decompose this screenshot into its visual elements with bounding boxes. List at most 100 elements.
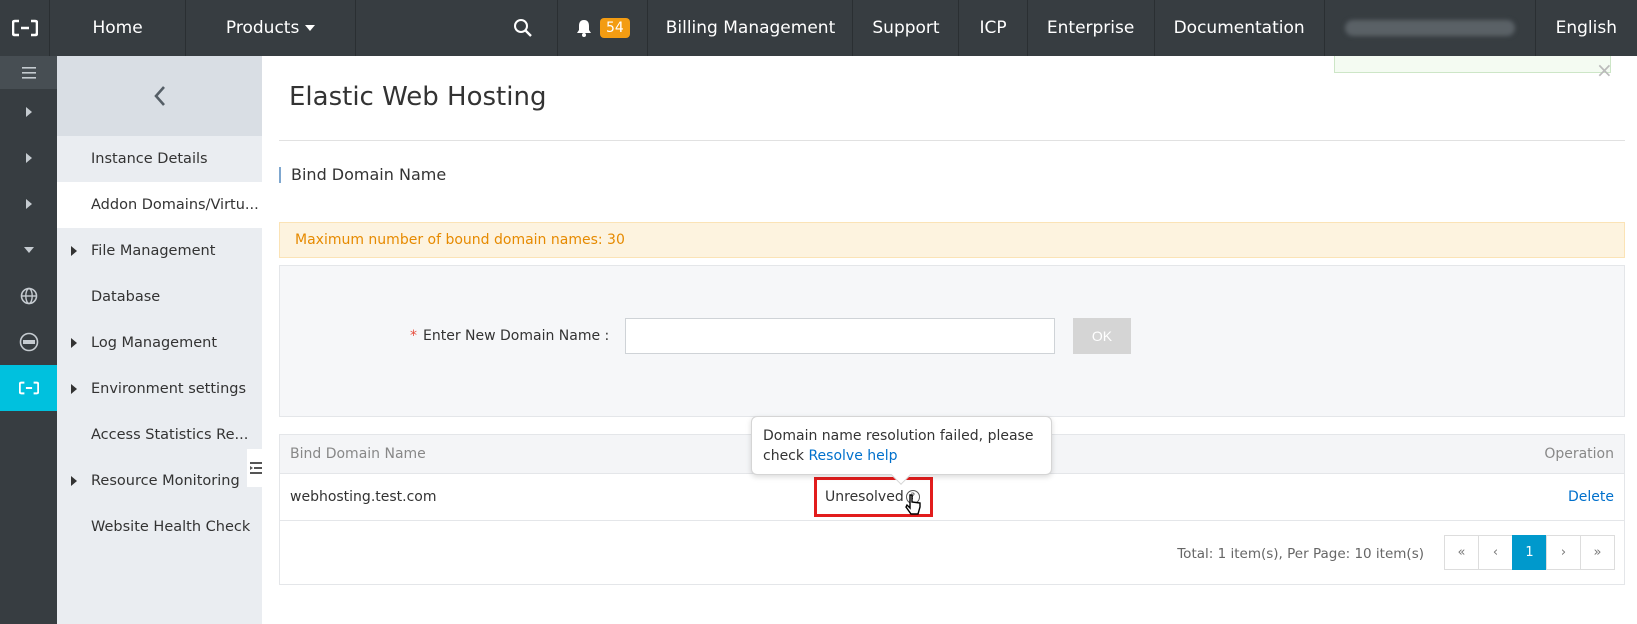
sidebar-item-label: Resource Monitoring — [91, 473, 240, 489]
caret-right-icon — [25, 199, 32, 209]
status-cell-highlighted: Unresolved ? — [814, 477, 933, 517]
add-domain-form: * Enter New Domain Name : OK — [279, 265, 1625, 417]
last-page-button[interactable]: » — [1580, 535, 1615, 570]
status-text: Unresolved — [825, 489, 904, 505]
caret-right-icon — [25, 153, 32, 163]
sidebar-item-label: Addon Domains/Virtu... — [91, 197, 259, 213]
current-page-button[interactable]: 1 — [1512, 535, 1547, 570]
sidebar-item-environment-settings[interactable]: Environment settings — [57, 366, 262, 412]
first-page-button[interactable]: « — [1444, 535, 1479, 570]
caret-right-icon — [71, 476, 77, 486]
sidebar-item-log-management[interactable]: Log Management — [57, 320, 262, 366]
pagination: « ‹ 1 › » — [1444, 535, 1615, 570]
sidebar-item-label: Instance Details — [91, 151, 208, 167]
sidebar-item-database[interactable]: Database — [57, 274, 262, 320]
caret-right-icon — [71, 384, 77, 394]
nav-billing[interactable]: Billing Management — [648, 0, 854, 56]
nav-documentation[interactable]: Documentation — [1155, 0, 1325, 56]
top-navbar: Home Products 54 Billing Management Supp… — [0, 0, 1637, 56]
secondary-sidebar: Instance Details Addon Domains/Virtu... … — [57, 56, 265, 624]
back-button[interactable] — [57, 56, 262, 136]
rail-web-hosting[interactable] — [0, 365, 57, 411]
chevron-left-icon — [153, 86, 165, 106]
nav-products[interactable]: Products — [186, 0, 357, 56]
language-label: English — [1555, 18, 1617, 38]
caret-right-icon — [25, 107, 32, 117]
table-row: webhosting.test.com Unresolved ? Delete — [280, 474, 1624, 521]
account-menu[interactable] — [1325, 0, 1536, 56]
console-logo-icon[interactable] — [0, 0, 51, 56]
domain-name-input[interactable] — [625, 318, 1055, 354]
prev-page-button[interactable]: ‹ — [1478, 535, 1513, 570]
caret-down-icon — [23, 247, 34, 253]
rail-dns[interactable] — [0, 319, 57, 365]
sidebar-item-label: Log Management — [91, 335, 218, 351]
nav-home-label: Home — [92, 18, 143, 38]
account-email-redacted — [1344, 20, 1515, 36]
search-icon — [514, 19, 533, 37]
limit-notice: Maximum number of bound domain names: 30 — [279, 222, 1625, 258]
main-content: × Elastic Web Hosting Bind Domain Name M… — [262, 56, 1637, 624]
dns-icon — [19, 332, 38, 352]
globe-icon — [20, 287, 37, 305]
caret-right-icon — [71, 246, 77, 256]
limit-notice-text: Maximum number of bound domain names: 30 — [295, 232, 625, 248]
mouse-pointer-icon — [905, 494, 921, 515]
sidebar-item-addon-domains[interactable]: Addon Domains/Virtu... — [57, 182, 262, 228]
required-asterisk: * — [410, 328, 417, 344]
sidebar-item-label: Database — [91, 289, 161, 305]
nav-icp-label: ICP — [979, 18, 1007, 38]
column-header-operation: Operation — [1544, 446, 1614, 462]
sidebar-item-label: Website Health Check — [91, 519, 251, 535]
nav-enterprise[interactable]: Enterprise — [1028, 0, 1155, 56]
sidebar-item-instance-details[interactable]: Instance Details — [57, 136, 262, 182]
chevron-down-icon — [305, 25, 316, 31]
sidebar-item-label: Environment settings — [91, 381, 247, 397]
next-page-button[interactable]: › — [1546, 535, 1581, 570]
sidebar-item-label: Access Statistics Re... — [91, 427, 249, 443]
resolution-tooltip: Domain name resolution failed, please ch… — [751, 416, 1052, 485]
column-header-domain: Bind Domain Name — [290, 446, 426, 462]
rail-expand-2[interactable] — [0, 135, 57, 181]
domain-field-label-text: Enter New Domain Name : — [423, 328, 610, 344]
close-icon[interactable]: × — [1596, 60, 1613, 80]
nav-icp[interactable]: ICP — [959, 0, 1028, 56]
domain-cell: webhosting.test.com — [290, 489, 437, 505]
domain-field-label: * Enter New Domain Name : — [410, 328, 609, 344]
sidebar-item-resource-monitoring[interactable]: Resource Monitoring — [57, 458, 262, 504]
sidebar-item-access-statistics[interactable]: Access Statistics Re... — [57, 412, 262, 458]
web-hosting-icon — [18, 381, 39, 395]
sidebar-item-file-management[interactable]: File Management — [57, 228, 262, 274]
rail-expand-3[interactable] — [0, 181, 57, 227]
section-title: Bind Domain Name — [279, 167, 446, 183]
caret-right-icon — [71, 338, 77, 348]
title-divider — [279, 140, 1625, 141]
language-selector[interactable]: English — [1536, 0, 1637, 56]
tooltip-text: Domain name resolution failed, please ch… — [763, 428, 1034, 464]
notification-toast — [1334, 56, 1611, 73]
search-button[interactable] — [489, 0, 559, 56]
nav-enterprise-label: Enterprise — [1046, 18, 1135, 38]
hamburger-icon — [21, 66, 36, 79]
nav-products-label: Products — [225, 18, 300, 38]
rail-expand-4[interactable] — [0, 227, 57, 273]
nav-support-label: Support — [872, 18, 940, 38]
collapse-menu-icon — [250, 462, 262, 474]
rail-globe[interactable] — [0, 273, 57, 319]
rail-expand-1[interactable] — [0, 89, 57, 135]
notifications-button[interactable]: 54 — [558, 0, 649, 56]
pagination-info: Total: 1 item(s), Per Page: 10 item(s) — [1177, 546, 1424, 562]
nav-home[interactable]: Home — [50, 0, 186, 56]
delete-link[interactable]: Delete — [1568, 489, 1614, 505]
left-icon-rail — [0, 56, 57, 624]
notification-count-badge: 54 — [600, 18, 630, 38]
nav-documentation-label: Documentation — [1173, 18, 1305, 38]
bell-icon — [577, 20, 591, 37]
ok-button[interactable]: OK — [1073, 318, 1131, 354]
resolve-help-link[interactable]: Resolve help — [808, 448, 897, 464]
sidebar-item-label: File Management — [91, 243, 216, 259]
sidebar-item-website-health-check[interactable]: Website Health Check — [57, 504, 262, 550]
nav-support[interactable]: Support — [853, 0, 960, 56]
menu-toggle[interactable] — [0, 56, 57, 89]
